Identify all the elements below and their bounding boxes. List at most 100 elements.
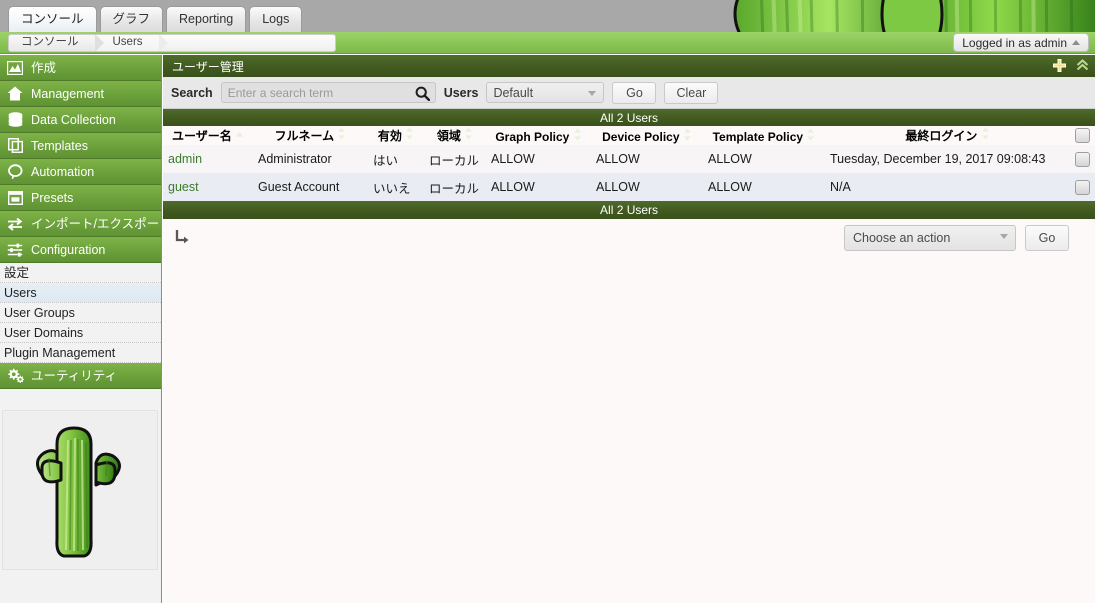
sidebar-subitem-users[interactable]: Users <box>0 283 161 303</box>
sidebar-subitem-settings[interactable]: 設定 <box>0 263 161 283</box>
sidebar-item-label: 作成 <box>31 60 57 75</box>
cell-graph-policy: ALLOW <box>486 145 591 173</box>
database-icon <box>6 111 24 129</box>
sort-both-icon <box>683 128 692 144</box>
bulk-action-go-button[interactable]: Go <box>1025 225 1069 251</box>
cell-device-policy: ALLOW <box>591 145 703 173</box>
arrow-turn-down-right-icon <box>175 229 189 248</box>
breadcrumb-item-console[interactable]: コンソール <box>9 35 103 51</box>
sidebar-item-label: Data Collection <box>31 112 116 127</box>
breadcrumb: コンソール Users <box>8 34 336 52</box>
col-label: 最終ログイン <box>905 129 978 143</box>
sidebar-item-data-collection[interactable]: Data Collection <box>0 107 161 133</box>
col-header-last-login[interactable]: 最終ログイン <box>825 126 1070 145</box>
cell-select <box>1070 145 1095 173</box>
row-checkbox[interactable] <box>1075 179 1091 195</box>
cell-enabled: いいえ <box>368 173 424 201</box>
table-count-bottom: All 2 Users <box>163 201 1095 218</box>
sidebar-item-automation[interactable]: Automation <box>0 159 161 185</box>
users-table: All 2 Users ユーザー名 フルネーム 有効 領域 Graph Poli… <box>163 109 1095 218</box>
double-chevron-up-icon[interactable] <box>1076 59 1089 73</box>
cell-realm: ローカル <box>424 145 486 173</box>
sort-asc-icon <box>235 129 244 143</box>
sidebar-item-configuration[interactable]: Configuration <box>0 237 161 263</box>
user-link[interactable]: guest <box>168 180 199 194</box>
col-header-username[interactable]: ユーザー名 <box>163 126 253 145</box>
sidebar-subitem-plugin-management[interactable]: Plugin Management <box>0 343 161 363</box>
sort-both-icon <box>337 127 346 143</box>
lasso-icon <box>6 163 24 181</box>
exchange-icon <box>6 215 24 233</box>
filter-clear-button[interactable]: Clear <box>664 81 719 104</box>
breadcrumb-item-users[interactable]: Users <box>94 35 168 51</box>
col-label: Device Policy <box>602 129 680 144</box>
users-filter-value: Default <box>493 85 534 100</box>
users-filter-select[interactable]: Default <box>486 82 605 103</box>
sidebar-item-label: ユーティリティ <box>31 368 118 383</box>
user-link[interactable]: admin <box>168 152 202 166</box>
bulk-action-row: Choose an action Go <box>163 218 1095 262</box>
filter-go-button[interactable]: Go <box>612 81 657 104</box>
sidebar-item-import-export[interactable]: インポート/エクスポート <box>0 211 172 237</box>
tab-graphs[interactable]: グラフ <box>99 6 164 32</box>
search-field-wrapper <box>220 82 436 103</box>
table-row[interactable]: guest Guest Account いいえ ローカル ALLOW ALLOW… <box>163 173 1095 201</box>
sort-both-icon <box>806 128 815 144</box>
cell-last-login: N/A <box>825 173 1070 201</box>
select-all-checkbox[interactable] <box>1075 128 1091 144</box>
col-label: フルネーム <box>274 129 335 143</box>
cell-last-login: Tuesday, December 19, 2017 09:08:43 <box>825 145 1070 173</box>
col-label: Graph Policy <box>495 129 570 144</box>
cell-realm: ローカル <box>424 173 486 201</box>
chevron-down-icon <box>1000 234 1008 239</box>
sidebar-item-create[interactable]: 作成 <box>0 55 161 81</box>
table-row[interactable]: admin Administrator はい ローカル ALLOW ALLOW … <box>163 145 1095 173</box>
bulk-action-value: Choose an action <box>853 231 951 245</box>
cell-username: admin <box>163 145 253 173</box>
home-icon <box>6 85 24 103</box>
logged-in-label: Logged in as admin <box>962 36 1067 50</box>
sidebar-subitem-user-groups[interactable]: User Groups <box>0 303 161 323</box>
col-header-realm[interactable]: 領域 <box>424 126 486 145</box>
chart-area-icon <box>6 59 24 77</box>
filter-toolbar: Search Users Default Go Clear <box>163 77 1095 109</box>
sort-both-icon <box>573 128 582 144</box>
col-label: 有効 <box>377 129 402 143</box>
row-checkbox[interactable] <box>1075 151 1091 167</box>
table-count-top-row: All 2 Users <box>163 109 1095 126</box>
cogs-icon <box>6 367 24 385</box>
tab-console[interactable]: コンソール <box>8 6 97 32</box>
plus-icon[interactable] <box>1053 58 1066 74</box>
sidebar-item-utilities[interactable]: ユーティリティ <box>0 363 161 389</box>
col-header-device-policy[interactable]: Device Policy <box>591 126 703 145</box>
sidebar-item-templates[interactable]: Templates <box>0 133 161 159</box>
sidebar: 作成 Management Data Collection Templates … <box>0 55 172 603</box>
search-input[interactable] <box>221 83 435 102</box>
sort-both-icon <box>464 127 473 143</box>
col-label: ユーザー名 <box>171 129 232 143</box>
tab-logs[interactable]: Logs <box>249 6 303 32</box>
tab-reporting[interactable]: Reporting <box>166 6 247 32</box>
cell-enabled: はい <box>368 145 424 173</box>
sort-both-icon <box>405 127 414 143</box>
sidebar-item-label: インポート/エクスポート <box>31 216 172 231</box>
cell-select <box>1070 173 1095 201</box>
sidebar-item-management[interactable]: Management <box>0 81 161 107</box>
breadcrumb-bar: コンソール Users <box>0 32 1095 54</box>
sidebar-item-label: Configuration <box>31 242 106 257</box>
main-content: ユーザー管理 Search Users Default Go Clear <box>163 55 1095 603</box>
banner-cactus-image <box>690 0 1095 32</box>
col-header-graph-policy[interactable]: Graph Policy <box>486 126 591 145</box>
bulk-action-select[interactable]: Choose an action <box>844 225 1016 251</box>
cell-username: guest <box>163 173 253 201</box>
sidebar-item-presets[interactable]: Presets <box>0 185 161 211</box>
col-header-enabled[interactable]: 有効 <box>368 126 424 145</box>
col-header-fullname[interactable]: フルネーム <box>253 126 368 145</box>
col-header-select-all[interactable] <box>1070 126 1095 145</box>
search-label: Search <box>171 85 213 100</box>
sidebar-subitem-user-domains[interactable]: User Domains <box>0 323 161 343</box>
col-header-template-policy[interactable]: Template Policy <box>703 126 825 145</box>
logged-in-menu[interactable]: Logged in as admin <box>953 33 1089 52</box>
copy-icon <box>6 137 24 155</box>
sidebar-item-label: Templates <box>31 138 88 153</box>
